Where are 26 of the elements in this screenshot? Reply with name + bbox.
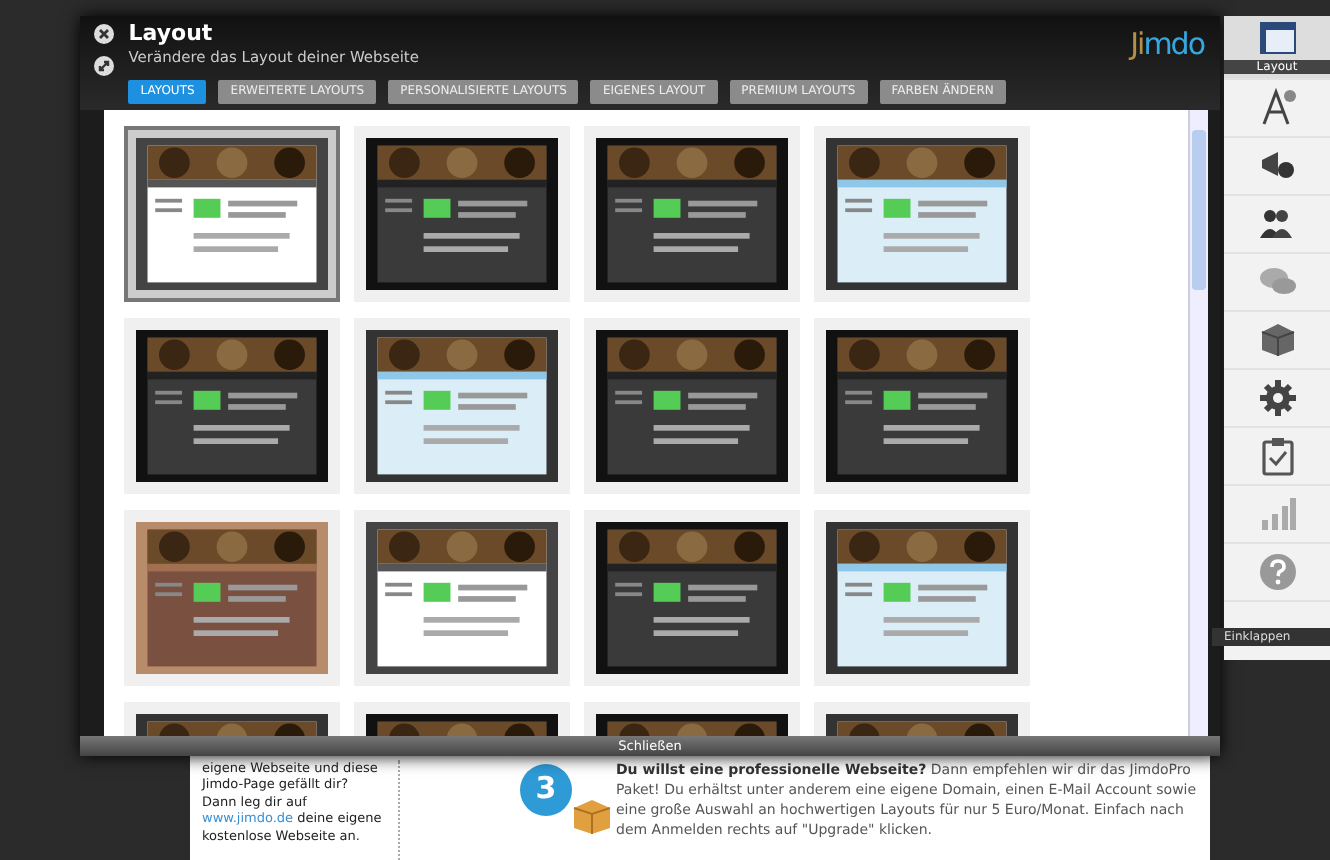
box-icon[interactable] xyxy=(1257,320,1297,360)
layout-thumbnail[interactable] xyxy=(124,318,340,494)
layout-thumbnail[interactable] xyxy=(354,318,570,494)
font-icon[interactable] xyxy=(1257,88,1297,128)
layout-thumbnail[interactable] xyxy=(814,126,1030,302)
layout-thumbnail[interactable] xyxy=(814,318,1030,494)
layout-icon[interactable] xyxy=(1257,20,1297,60)
layout-thumbnail[interactable] xyxy=(584,318,800,494)
settings-icon[interactable] xyxy=(1257,378,1297,418)
clipboard-icon[interactable] xyxy=(1257,436,1297,476)
step-number: 3 xyxy=(520,764,572,816)
layout-thumbnail[interactable] xyxy=(584,126,800,302)
logo: Jimdo xyxy=(1130,24,1207,66)
layout-thumbnail[interactable] xyxy=(354,510,570,686)
layout-thumbnail[interactable] xyxy=(584,510,800,686)
layout-thumbnail[interactable] xyxy=(814,510,1030,686)
expand-icon[interactable] xyxy=(92,54,116,78)
close-icon[interactable] xyxy=(92,22,116,46)
layout-thumbnail[interactable] xyxy=(354,126,570,302)
box-icon xyxy=(570,796,614,836)
help-icon[interactable] xyxy=(1257,552,1297,592)
scrollbar[interactable] xyxy=(1188,110,1208,736)
users-icon[interactable] xyxy=(1257,204,1297,244)
layout-thumbnail[interactable] xyxy=(124,126,340,302)
dialog-title: Layout xyxy=(128,22,215,47)
layout-thumbnail[interactable] xyxy=(124,510,340,686)
